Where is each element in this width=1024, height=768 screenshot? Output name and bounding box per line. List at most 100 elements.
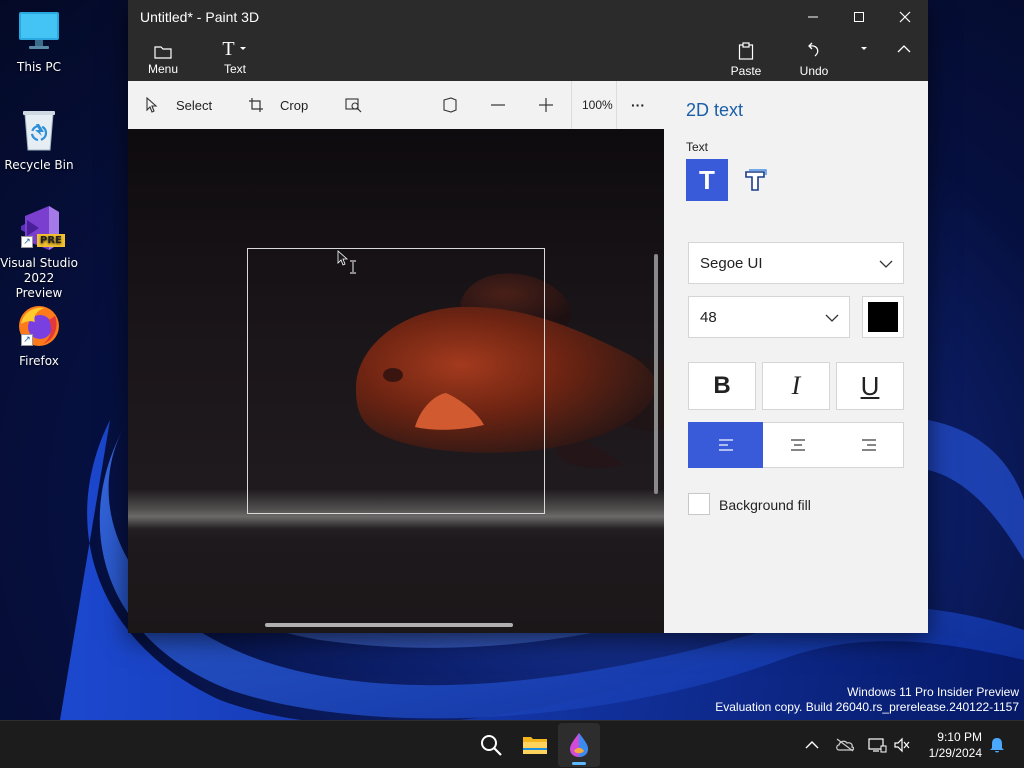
align-center-button[interactable] xyxy=(763,422,833,468)
panel-title: 2D text xyxy=(686,100,744,120)
magic-select-icon xyxy=(345,98,362,113)
background-fill-label: Background fill xyxy=(719,497,811,513)
active-app-indicator xyxy=(572,762,586,765)
volume-muted-icon xyxy=(894,737,910,753)
desktop-icon-firefox[interactable]: ↗ Firefox xyxy=(0,302,78,369)
2d-text-icon: T xyxy=(699,164,715,195)
align-right-icon xyxy=(861,439,876,451)
notification-bell-icon xyxy=(990,738,1004,753)
pre-badge: PRE xyxy=(37,234,65,247)
text-tool-button[interactable]: T Text xyxy=(212,34,258,81)
3d-text-style-button[interactable] xyxy=(734,159,776,201)
align-center-icon xyxy=(791,439,805,451)
desktop-icon-label: Recycle Bin xyxy=(4,158,74,172)
toolbar-divider xyxy=(616,81,617,129)
canvas[interactable] xyxy=(128,129,664,633)
undo-button[interactable]: Undo xyxy=(792,34,836,81)
file-explorer-button[interactable] xyxy=(514,721,556,768)
desktop-icon-this-pc[interactable]: This PC xyxy=(0,8,78,75)
italic-button[interactable]: I xyxy=(762,362,830,410)
close-icon xyxy=(899,11,911,23)
collapse-ribbon-button[interactable] xyxy=(886,34,922,81)
zoom-level-value: 100% xyxy=(582,98,613,112)
desktop-icon-label: Visual Studio 2022 Preview xyxy=(0,256,78,300)
text-section-label: Text xyxy=(686,140,709,154)
firefox-icon: ↗ xyxy=(15,302,63,350)
background-fill-checkbox[interactable] xyxy=(688,493,710,515)
text-properties-panel: 2D text Text T Segoe UI 48 B I U Backgro… xyxy=(664,81,928,633)
chevron-up-icon xyxy=(805,741,819,749)
chevron-up-icon xyxy=(897,45,911,53)
vertical-scrollbar[interactable] xyxy=(654,254,658,494)
chevron-down-icon xyxy=(861,47,867,50)
magic-select-button[interactable] xyxy=(345,81,363,129)
select-button[interactable]: Select xyxy=(144,81,212,129)
text-color-button[interactable] xyxy=(862,296,904,338)
text-tool-label: Text xyxy=(223,62,246,76)
clock-date: 1/29/2024 xyxy=(928,746,982,760)
paint3d-taskbar-button[interactable] xyxy=(558,723,600,767)
taskbar: 9:10 PM 1/29/2024 xyxy=(0,720,1024,768)
window-title: Untitled* - Paint 3D xyxy=(140,9,260,25)
zoom-out-button[interactable] xyxy=(490,81,506,129)
align-left-button[interactable] xyxy=(688,422,763,468)
font-family-value: Segoe UI xyxy=(700,255,763,272)
align-right-button[interactable] xyxy=(833,422,904,468)
view-3d-icon xyxy=(443,97,457,113)
menu-label: Menu xyxy=(147,62,179,76)
undo-history-dropdown[interactable] xyxy=(852,34,876,81)
crop-icon xyxy=(249,98,263,112)
visual-studio-icon: PRE ↗ xyxy=(15,204,65,252)
2d-text-style-button[interactable]: T xyxy=(686,159,728,201)
more-options-button[interactable]: ··· xyxy=(631,81,645,129)
chevron-down-icon xyxy=(825,314,839,322)
crop-button[interactable]: Crop xyxy=(248,81,308,129)
ribbon: Menu T Text Paste Undo xyxy=(128,34,928,81)
underline-button[interactable]: U xyxy=(836,362,904,410)
desktop-icon-recycle-bin[interactable]: Recycle Bin xyxy=(0,106,78,173)
shortcut-arrow-icon: ↗ xyxy=(21,334,33,346)
font-size-dropdown[interactable]: 48 xyxy=(688,296,850,338)
text-input-box[interactable] xyxy=(247,248,545,514)
horizontal-scrollbar[interactable] xyxy=(265,623,513,627)
clock-time: 9:10 PM xyxy=(937,730,982,744)
bold-icon: B xyxy=(713,372,731,399)
crop-label: Crop xyxy=(280,97,309,113)
mouse-cursor-icon xyxy=(337,250,356,274)
search-button[interactable] xyxy=(470,721,512,768)
minimize-icon xyxy=(808,16,818,18)
text-color-swatch xyxy=(868,302,898,332)
undo-label: Undo xyxy=(799,64,829,78)
clipboard-icon xyxy=(738,42,754,60)
shortcut-arrow-icon: ↗ xyxy=(21,236,33,248)
chevron-down-icon xyxy=(879,260,893,268)
bold-button[interactable]: B xyxy=(688,362,756,410)
notifications-button[interactable] xyxy=(984,721,1010,768)
chevron-down-icon xyxy=(239,47,246,50)
3d-text-icon xyxy=(745,169,767,191)
select-label: Select xyxy=(176,97,213,113)
clock[interactable]: 9:10 PM 1/29/2024 xyxy=(918,729,982,761)
paint-3d-icon xyxy=(570,733,588,757)
monitor-icon xyxy=(15,8,63,56)
onedrive-tray-button[interactable] xyxy=(832,721,858,768)
3d-view-button[interactable] xyxy=(442,81,458,129)
desktop-icon-visual-studio[interactable]: PRE ↗ Visual Studio 2022 Preview xyxy=(0,204,78,301)
volume-tray-button[interactable] xyxy=(890,721,914,768)
maximize-icon xyxy=(854,12,864,22)
close-button[interactable] xyxy=(882,0,928,34)
recycle-bin-icon xyxy=(15,106,63,154)
minimize-button[interactable] xyxy=(790,0,836,34)
plus-icon xyxy=(539,98,553,112)
maximize-button[interactable] xyxy=(836,0,882,34)
zoom-in-button[interactable] xyxy=(538,81,554,129)
font-family-dropdown[interactable]: Segoe UI xyxy=(688,242,904,284)
show-hidden-icons-button[interactable] xyxy=(800,721,824,768)
zoom-level[interactable]: 100% xyxy=(582,81,613,129)
menu-button[interactable]: Menu xyxy=(140,34,186,81)
paste-button[interactable]: Paste xyxy=(724,34,768,81)
title-bar[interactable]: Untitled* - Paint 3D xyxy=(128,0,928,34)
paste-label: Paste xyxy=(730,64,762,78)
network-tray-button[interactable] xyxy=(864,721,890,768)
toolbar-divider xyxy=(571,81,572,129)
